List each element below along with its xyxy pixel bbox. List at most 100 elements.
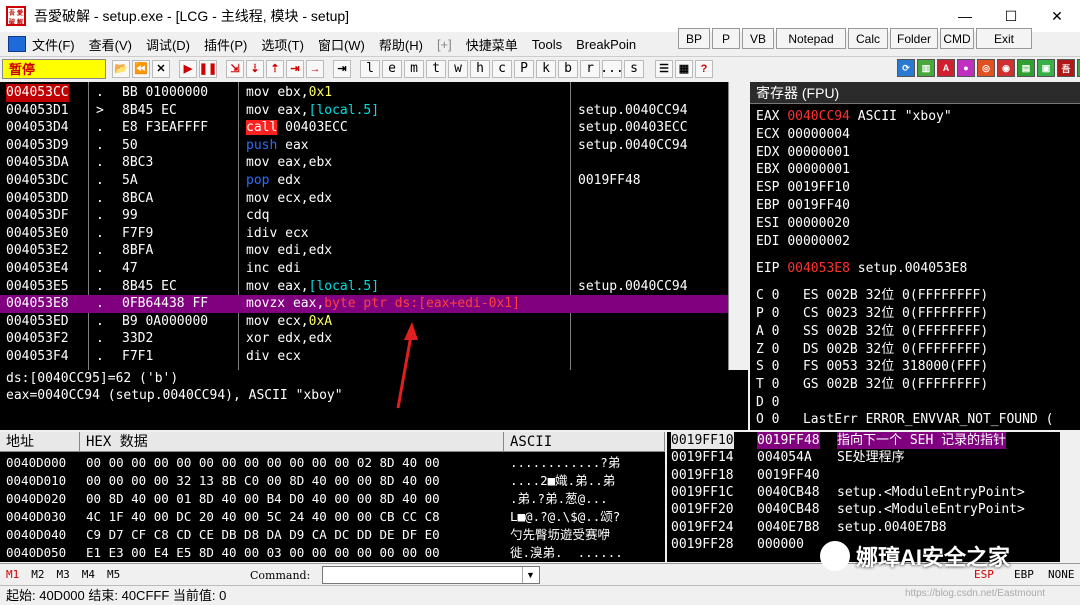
register-edx[interactable]: EDX 00000001: [756, 144, 850, 161]
menu-breakpoint[interactable]: BreakPoin: [576, 37, 636, 52]
cpu-button[interactable]: c: [492, 59, 512, 78]
menu-view[interactable]: 查看(V): [89, 35, 132, 54]
windows-button[interactable]: w: [448, 59, 468, 78]
disasm-row[interactable]: 004053ED. B9 0A000000 mov ecx,0xA: [0, 313, 728, 331]
dump-row[interactable]: 0040D000 00 00 00 00 00 00 00 00 00 00 00…: [0, 454, 665, 472]
menu-shortcut[interactable]: 快捷菜单: [466, 35, 518, 54]
stack-row[interactable]: 0019FF20 0040CB48 setup.<ModuleEntryPoint>: [667, 501, 1080, 518]
disasm-row[interactable]: 004053DC. 5A pop edx 0019FF48: [0, 172, 728, 190]
bp-button[interactable]: BP: [678, 28, 710, 49]
plugin-icon-8[interactable]: ▣: [1037, 59, 1055, 77]
close-button[interactable]: ✕: [1034, 0, 1080, 32]
executable-modules-button[interactable]: e: [382, 59, 402, 78]
folder-button[interactable]: Folder: [890, 28, 938, 49]
memory-tab-m5[interactable]: M5: [107, 568, 120, 581]
menu-debug[interactable]: 调试(D): [146, 35, 190, 54]
stack-row[interactable]: 0019FF1C 0040CB48 setup.<ModuleEntryPoint>: [667, 484, 1080, 501]
disasm-row[interactable]: 004053CC. BB 01000000 mov ebx,0x1: [0, 84, 728, 102]
handles-button[interactable]: h: [470, 59, 490, 78]
register-esi[interactable]: ESI 00000020: [756, 215, 850, 232]
dump-header-address[interactable]: 地址: [0, 432, 80, 452]
disasm-row[interactable]: 004053D9. 50 push eax setup.0040CC94: [0, 137, 728, 155]
memory-tab-m3[interactable]: M3: [57, 568, 70, 581]
threads-button[interactable]: t: [426, 59, 446, 78]
menu-file[interactable]: 文件(F): [32, 35, 75, 54]
dump-header-hex[interactable]: HEX 数据: [80, 432, 504, 452]
register-edi[interactable]: EDI 00000002: [756, 233, 850, 250]
open-icon[interactable]: 📂: [112, 59, 130, 78]
references-button[interactable]: r: [580, 59, 600, 78]
disassembly-pane[interactable]: 004053CC. BB 01000000 mov ebx,0x1 004053D1 >…: [0, 82, 748, 370]
dump-row[interactable]: 0040D030 4C 1F 40 00 DC 20 40 00 5C 24 40…: [0, 508, 665, 526]
run-trace-button[interactable]: ...: [600, 59, 624, 78]
menu-help[interactable]: 帮助(H): [379, 35, 423, 54]
disasm-row[interactable]: 004053D1 >8B45 EC mov eax,[local.5] setup.0…: [0, 102, 728, 120]
memory-tab-m1[interactable]: M1: [6, 568, 19, 581]
disasm-row[interactable]: 004053DD. 8BCA mov ecx,edx: [0, 190, 728, 208]
disasm-row[interactable]: 004053E0. F7F9 idiv ecx: [0, 225, 728, 243]
stack-row[interactable]: 0019FF10 0019FF48 指向下一个 SEH 记录的指针: [667, 432, 1080, 450]
register-esp[interactable]: ESP 0019FF10: [756, 179, 850, 196]
stack-row[interactable]: 0019FF24 0040E7B8 setup.0040E7B8: [667, 519, 1080, 536]
stack-row[interactable]: 0019FF14 004054A SE处理程序: [667, 449, 1080, 466]
hex-dump-pane[interactable]: 地址 HEX 数据 ASCII 0040D000 00 00 00 00 00 0…: [0, 432, 665, 562]
chevron-down-icon[interactable]: ▼: [522, 567, 538, 583]
register-ebx[interactable]: EBX 00000001: [756, 161, 850, 178]
stack-row[interactable]: 0019FF18 0019FF40: [667, 467, 1080, 484]
plugin-icon-7[interactable]: ▤: [1017, 59, 1035, 77]
notepad-button[interactable]: Notepad: [776, 28, 846, 49]
dump-row[interactable]: 0040D040 C9 D7 CF C8 CD CE DB D8 DA D9 CA…: [0, 526, 665, 544]
step-into-icon[interactable]: ⇲: [226, 59, 244, 78]
goto-icon[interactable]: ⇥: [333, 59, 351, 78]
execute-till-return-icon[interactable]: →: [306, 59, 324, 78]
disasm-row[interactable]: 004053E8. 0FB64438 FF movzx eax,byte ptr d…: [0, 295, 728, 313]
register-ebp[interactable]: EBP 0019FF40: [756, 197, 850, 214]
trace-into-icon[interactable]: ⇡: [266, 59, 284, 78]
disasm-row[interactable]: 004053F4. F7F1 div ecx: [0, 348, 728, 366]
memory-tab-m2[interactable]: M2: [31, 568, 44, 581]
menu-plugins[interactable]: 插件(P): [204, 35, 247, 54]
disasm-row[interactable]: 004053DF. 99 cdq: [0, 207, 728, 225]
calc-button[interactable]: Calc: [848, 28, 888, 49]
memory-map-button[interactable]: m: [404, 59, 424, 78]
disasm-row[interactable]: 004053DA. 8BC3 mov eax,ebx: [0, 154, 728, 172]
plugin-icon-1[interactable]: ⟳: [897, 59, 915, 77]
plugin-icon-3[interactable]: A: [937, 59, 955, 77]
disasm-row[interactable]: 004053E2. 8BFA mov edi,edx: [0, 242, 728, 260]
step-over-icon[interactable]: ⇣: [246, 59, 264, 78]
dump-header-ascii[interactable]: ASCII: [504, 432, 665, 452]
cmd-button[interactable]: CMD: [940, 28, 974, 49]
vb-button[interactable]: VB: [742, 28, 774, 49]
disasm-row[interactable]: 004053F2. 33D2 xor edx,edx: [0, 330, 728, 348]
disasm-row[interactable]: 004053D4. E8 F3EAFFFF call 00403ECC setup.0…: [0, 119, 728, 137]
register-eax[interactable]: EAX 0040CC94 ASCII "xboy": [756, 108, 952, 125]
restart-icon[interactable]: ⏪: [132, 59, 150, 78]
register-ecx[interactable]: ECX 00000004: [756, 126, 850, 143]
menu-options[interactable]: 选项(T): [261, 35, 304, 54]
pause-icon[interactable]: ❚❚: [199, 59, 217, 78]
command-input[interactable]: [322, 566, 540, 584]
exit-button[interactable]: Exit: [976, 28, 1032, 49]
plugin-icon-6[interactable]: ◉: [997, 59, 1015, 77]
dump-row[interactable]: 0040D020 00 8D 40 00 01 8D 40 00 B4 D0 40…: [0, 490, 665, 508]
p-button[interactable]: P: [712, 28, 740, 49]
plugin-icon-5[interactable]: ◎: [977, 59, 995, 77]
menu-window[interactable]: 窗口(W): [318, 35, 365, 54]
registers-pane[interactable]: 寄存器 (FPU) EAX 0040CC94 ASCII "xboy" ECX 0…: [750, 82, 1080, 430]
log-window-button[interactable]: l: [360, 59, 380, 78]
disasm-row[interactable]: 004053E4. 47 inc edi: [0, 260, 728, 278]
plugin-icon-4[interactable]: ●: [957, 59, 975, 77]
close-icon[interactable]: ✕: [152, 59, 170, 78]
dump-row[interactable]: 0040D050 E1 E3 00 E4 E5 8D 40 00 03 00 00…: [0, 544, 665, 562]
plugin-icon-9[interactable]: 吾: [1057, 59, 1075, 77]
run-icon[interactable]: ▶: [179, 59, 197, 78]
source-button[interactable]: s: [624, 59, 644, 78]
disassembly-scrollbar[interactable]: [728, 82, 748, 370]
disasm-row[interactable]: 004053E5. 8B45 EC mov eax,[local.5] setup.0…: [0, 278, 728, 296]
patches-button[interactable]: P: [514, 59, 534, 78]
breakpoints-button[interactable]: b: [558, 59, 578, 78]
trace-over-icon[interactable]: ⇥: [286, 59, 304, 78]
plugin-icon-2[interactable]: ▥: [917, 59, 935, 77]
help-icon[interactable]: ?: [695, 59, 713, 78]
memory-tab-m4[interactable]: M4: [82, 568, 95, 581]
